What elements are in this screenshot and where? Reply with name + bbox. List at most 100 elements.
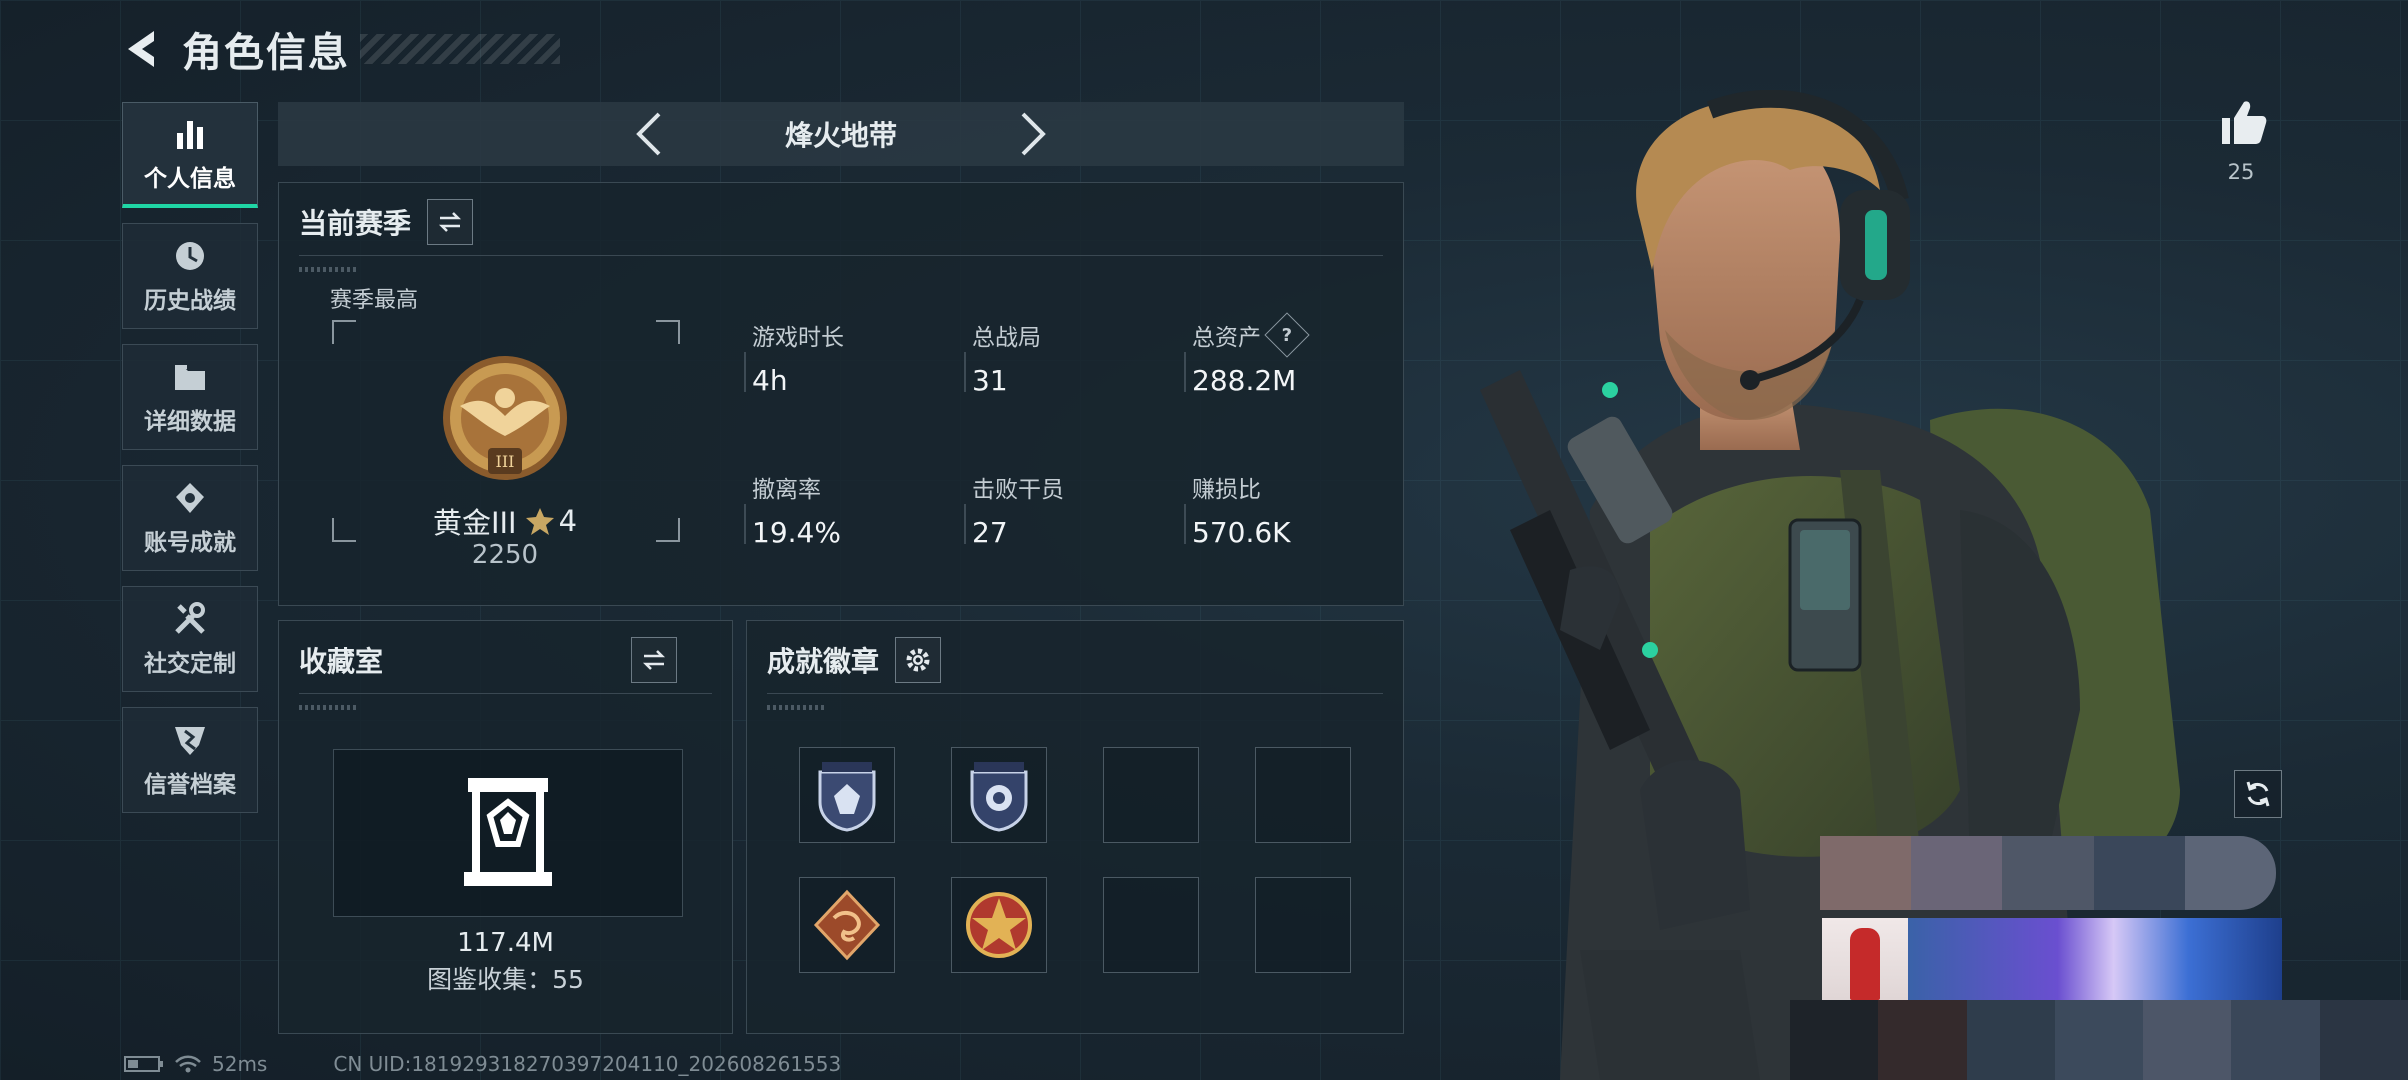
rank-name-row: 黄金III 4: [300, 500, 710, 542]
divider: [299, 255, 1383, 256]
stat-value: 19.4%: [752, 516, 841, 549]
tools-icon: [175, 602, 205, 634]
badge-slot-empty[interactable]: [1255, 747, 1351, 843]
next-mode-arrow-icon[interactable]: [1017, 110, 1051, 158]
mode-name: 烽火地带: [784, 119, 897, 152]
stat-value: 31: [972, 364, 1008, 397]
star-emblem-badge-icon: [966, 892, 1032, 958]
like-count: 25: [2227, 160, 2255, 184]
folder-icon: [175, 365, 205, 390]
refresh-button[interactable]: [2234, 770, 2282, 818]
stat-total-assets: 总资产? 288.2M: [1184, 312, 1310, 397]
pixelated-overlay: [1820, 836, 2276, 910]
police-shield-badge-icon: [818, 762, 876, 832]
thumbs-up-icon[interactable]: [2216, 96, 2268, 148]
panel-title: 收藏室: [299, 645, 384, 678]
sidebar-item-personal-info[interactable]: 个人信息: [122, 102, 258, 208]
title-hatch-decoration: [360, 34, 560, 64]
sidebar-item-label: 社交定制: [144, 651, 236, 677]
stat-label: 总资产: [1192, 325, 1261, 351]
achievement-badges-panel: 成就徽章: [746, 620, 1404, 1034]
back-arrow-icon[interactable]: [120, 27, 164, 71]
dragon-badge-icon: [813, 889, 881, 961]
stat-value: 570.6K: [1192, 516, 1291, 549]
previous-mode-arrow-icon[interactable]: [631, 110, 665, 158]
battery-icon: [124, 1056, 163, 1072]
gold-rank-medal-icon: III: [443, 356, 567, 480]
season-best-label: 赛季最高: [330, 288, 419, 313]
divider-tick: [767, 705, 827, 710]
collection-count: 图鉴收集：55: [427, 965, 584, 994]
shield-icon: [175, 727, 205, 755]
stat-label: 击败干员: [972, 477, 1064, 503]
achievement-icon: [176, 483, 204, 513]
divider-tick: [299, 267, 359, 272]
stat-label: 撤离率: [752, 477, 821, 503]
status-bar: 52ms CN UID:181929318270397204110_202608…: [124, 1052, 841, 1076]
switch-collection-button[interactable]: [631, 637, 678, 683]
badge-slot[interactable]: [799, 877, 895, 973]
stat-value: 288.2M: [1192, 364, 1297, 397]
panel-title: 当前赛季: [299, 207, 412, 240]
like-widget[interactable]: 25: [2216, 96, 2268, 184]
sidebar-item-details[interactable]: 详细数据: [122, 344, 258, 450]
rank-stars: 4: [558, 504, 578, 538]
pixelated-overlay: [1790, 1000, 2408, 1080]
badge-slot[interactable]: [951, 747, 1047, 843]
user-uid: CN UID:181929318270397204110_20260826155…: [333, 1052, 842, 1076]
collection-display-frame: [333, 749, 683, 917]
sidebar-item-achievements[interactable]: 账号成就: [122, 465, 258, 571]
badge-slot[interactable]: [799, 747, 895, 843]
sidebar-item-social[interactable]: 社交定制: [122, 586, 258, 692]
stat-label: 赚损比: [1192, 477, 1261, 503]
stat-profit-loss-ratio: 赚损比 570.6K: [1184, 470, 1291, 549]
sidebar-item-credit[interactable]: 信誉档案: [122, 707, 258, 813]
wifi-icon: [175, 1055, 201, 1073]
divider: [299, 693, 712, 694]
page-header: 角色信息: [120, 22, 560, 76]
sidebar-item-label: 历史战绩: [144, 288, 236, 314]
rank-score: 2250: [471, 540, 539, 570]
history-icon: [176, 242, 204, 270]
sidebar-item-label: 信誉档案: [144, 772, 236, 798]
badge-slot[interactable]: [951, 877, 1047, 973]
swap-icon: [438, 212, 462, 232]
ping-value: 52ms: [212, 1052, 268, 1076]
divider: [767, 693, 1383, 694]
stat-play-time: 游戏时长 4h: [744, 318, 844, 397]
badge-slot-empty[interactable]: [1103, 747, 1199, 843]
rank-name: 黄金III: [432, 506, 517, 540]
media-thumbnail-strip: [1822, 918, 2282, 1000]
stat-value: 27: [972, 516, 1008, 549]
eagle-shield-badge-icon: [970, 762, 1028, 832]
stat-label: 游戏时长: [752, 325, 844, 351]
star-icon: [525, 508, 554, 535]
divider-tick: [299, 705, 359, 710]
bar-chart-icon: [177, 120, 203, 149]
sidebar-item-label: 账号成就: [144, 530, 236, 556]
sidebar-item-label: 个人信息: [144, 165, 236, 192]
refresh-icon: [2246, 781, 2270, 807]
stat-operators-defeated: 击败干员 27: [964, 470, 1064, 549]
mode-selector: 烽火地带: [278, 102, 1404, 166]
sidebar-item-history[interactable]: 历史战绩: [122, 223, 258, 329]
sidebar-item-label: 详细数据: [144, 409, 236, 435]
badge-slot-empty[interactable]: [1255, 877, 1351, 973]
panel-title: 成就徽章: [767, 645, 880, 678]
stat-extraction-rate: 撤离率 19.4%: [744, 470, 841, 549]
svg-text:III: III: [496, 452, 515, 471]
switch-season-button[interactable]: [427, 199, 474, 245]
thumbnail-image: [1908, 918, 2282, 1000]
collection-value: 117.4M: [457, 928, 554, 958]
sidebar: 个人信息 历史战绩 详细数据 账号成就 社交定制 信誉档案: [122, 102, 260, 828]
gear-icon: [906, 648, 930, 672]
display-case-icon: [464, 778, 552, 886]
stat-value: 4h: [752, 364, 788, 397]
stat-total-matches: 总战局 31: [964, 318, 1041, 397]
help-icon[interactable]: ?: [1264, 312, 1310, 358]
badge-settings-button[interactable]: [895, 637, 942, 683]
swap-icon: [642, 650, 666, 670]
thumbnail-image: [1822, 918, 1908, 1000]
stat-label: 总战局: [972, 325, 1041, 351]
badge-slot-empty[interactable]: [1103, 877, 1199, 973]
